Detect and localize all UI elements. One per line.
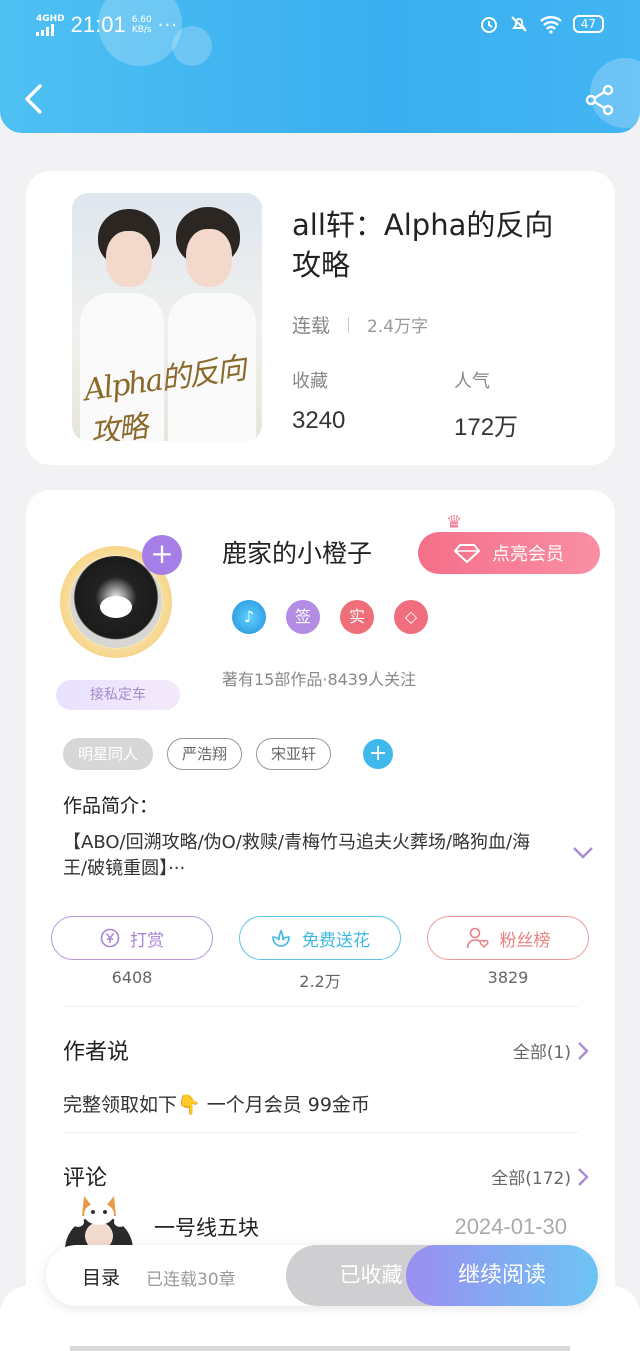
author-card: + 接私定车 鹿家的小橙子 ♛ 点亮会员 ♪ 签 实 ◇ 著有15部作品·843… (26, 490, 615, 1351)
add-tag-icon[interactable]: + (363, 739, 394, 769)
favorites-value: 3240 (292, 407, 346, 434)
divider (63, 1006, 578, 1007)
alarm-icon (480, 17, 497, 33)
network-type: 4GHD (36, 13, 65, 24)
signal-icon (36, 23, 65, 36)
wifi-icon (539, 16, 562, 34)
vip-button-label: 点亮会员 (492, 544, 564, 565)
serial-status: 连载 (292, 315, 331, 337)
tag-item[interactable]: 明星同人 (63, 738, 154, 770)
private-order-tag[interactable]: 接私定车 (56, 680, 180, 710)
tip-action: 打赏 6408 (51, 916, 213, 987)
chevron-right-icon (578, 1167, 589, 1186)
tip-count: 6408 (111, 968, 153, 987)
send-flower-button[interactable]: 免费送花 (239, 916, 401, 960)
comment-username[interactable]: 一号线五块 (154, 1212, 259, 1242)
book-cover[interactable]: Alpha的反向攻略 (72, 193, 262, 441)
yuan-icon (100, 928, 120, 948)
bottom-strip (70, 1346, 570, 1351)
author-says-more[interactable]: 全部(1) (513, 1038, 589, 1063)
favorites-label: 收藏 (292, 371, 328, 392)
follow-plus-icon[interactable]: + (142, 535, 182, 575)
vip-button[interactable]: 点亮会员 (418, 532, 600, 574)
diamond-icon (454, 544, 480, 563)
user-heart-icon (466, 927, 488, 949)
comments-more[interactable]: 全部(172) (491, 1164, 589, 1189)
intro-text[interactable]: 【ABO/回溯攻略/伪O/救赎/青梅竹马追夫火葬场/略狗血/海王/破镜重圆】··… (63, 830, 553, 882)
vip-diamond-badge-icon[interactable]: ◇ (394, 600, 428, 634)
divider (63, 1132, 578, 1133)
share-icon[interactable] (584, 84, 616, 116)
crown-icon: ♛ (446, 512, 463, 533)
book-title: all轩：Alpha的反向攻略 (292, 208, 554, 282)
battery-icon: 47 (572, 15, 604, 33)
intro-title: 作品简介： (63, 795, 159, 817)
more-status-icon: ··· (157, 14, 178, 36)
signed-badge[interactable]: 签 (286, 600, 320, 634)
fans-rank-button[interactable]: 粉丝榜 (427, 916, 589, 960)
header: 4GHD 21:01 6.60 KB/s ··· 47 (0, 0, 640, 133)
flower-icon (272, 929, 290, 947)
chevron-down-icon[interactable] (572, 846, 594, 860)
tag-item[interactable]: 严浩翔 (167, 738, 243, 770)
comments-title: 评论 (63, 1166, 108, 1191)
popularity-value: 172万 (454, 414, 519, 441)
author-stats: 著有15部作品·8439人关注 (222, 670, 417, 689)
network-speed: 6.60 KB/s (131, 15, 152, 35)
chevron-right-icon (578, 1041, 589, 1060)
book-meta: 连载 2.4万字 (292, 311, 428, 338)
tag-item[interactable]: 宋亚轩 (256, 738, 332, 770)
favorites-stat: 收藏 3240 (292, 367, 345, 435)
flower-count: 2.2万 (299, 972, 341, 991)
author-says-title: 作者说 (63, 1040, 130, 1065)
bottom-action-bar: 目录 已连载30章 已收藏 继续阅读 (46, 1245, 598, 1306)
mute-bell-icon (511, 16, 527, 32)
chapter-count: 已连载30章 (146, 1270, 236, 1290)
status-bar: 4GHD 21:01 6.60 KB/s ··· 47 (0, 0, 640, 52)
author-badges: ♪ 签 实 ◇ (232, 600, 428, 634)
back-icon[interactable] (22, 82, 46, 116)
fans-count: 3829 (487, 968, 529, 987)
word-count: 2.4万字 (367, 317, 429, 337)
action-buttons: 打赏 6408 免费送花 2.2万 粉丝榜 3829 (51, 916, 591, 992)
continue-reading-button[interactable]: 继续阅读 (406, 1245, 598, 1306)
book-info-card: Alpha的反向攻略 all轩：Alpha的反向攻略 连载 2.4万字 收藏 3… (26, 171, 615, 465)
toc-button[interactable]: 目录 (82, 1263, 120, 1290)
commenter-avatar[interactable] (62, 1190, 136, 1250)
signal-indicator: 4GHD (36, 13, 65, 36)
author-says-text[interactable]: 完整领取如下👇 一个月会员 99金币 (63, 1090, 370, 1117)
music-badge-icon[interactable]: ♪ (232, 600, 266, 634)
fans-action: 粉丝榜 3829 (427, 916, 589, 987)
popularity-stat: 人气 172万 (454, 367, 518, 442)
clock: 21:01 (70, 12, 126, 37)
comment-date: 2024-01-30 (454, 1214, 567, 1239)
flower-action: 免费送花 2.2万 (239, 916, 401, 992)
tip-button[interactable]: 打赏 (51, 916, 213, 960)
verified-badge[interactable]: 实 (340, 600, 374, 634)
tag-list: 明星同人 严浩翔 宋亚轩 + (63, 738, 394, 770)
popularity-label: 人气 (454, 371, 490, 392)
author-name[interactable]: 鹿家的小橙子 (222, 534, 372, 570)
